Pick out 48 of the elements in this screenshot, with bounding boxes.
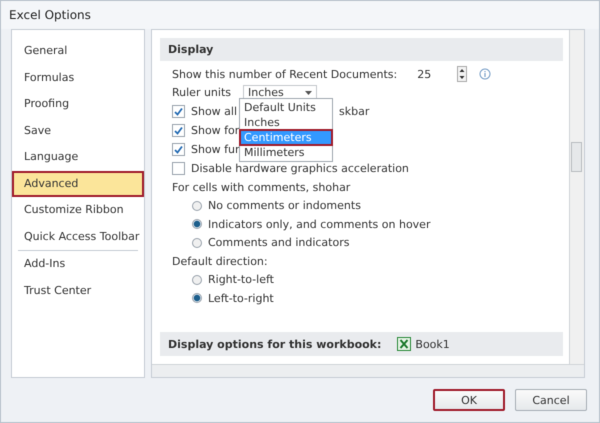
checkbox-label: Show for [191, 124, 240, 137]
spreadsheet-icon [397, 337, 412, 351]
checkbox[interactable] [172, 124, 185, 137]
sidebar-item[interactable]: Language [12, 144, 144, 170]
radio-button[interactable] [192, 219, 202, 230]
radio-label: No comments or indoments [208, 199, 361, 212]
sidebar-item[interactable]: Customize Ribbon [12, 197, 144, 224]
radio-label: Indicators only, and comments on hover [208, 218, 430, 231]
checkbox-label: Disable hardware graphics acceleration [191, 162, 409, 175]
radio-button[interactable] [192, 293, 202, 304]
sidebar-item[interactable]: Quick Access Toolbar [12, 224, 144, 250]
radio-label: Right-to-left [208, 273, 274, 286]
workbook-dropdown[interactable]: Book1 [397, 337, 450, 351]
radio-button[interactable] [192, 238, 202, 248]
vertical-scrollbar[interactable] [569, 30, 584, 364]
radio-label: Comments and indicators [208, 236, 350, 250]
recent-documents-label: Show this number of Recent Documents: [172, 68, 398, 81]
cancel-button[interactable]: Cancel [515, 389, 587, 411]
checkbox-label: skbar [339, 105, 370, 118]
recent-documents-value: 25 [417, 68, 432, 81]
window-title: Excel Options [9, 8, 91, 22]
dropdown-option[interactable]: Inches [240, 114, 332, 130]
checkbox[interactable] [172, 105, 185, 118]
ruler-units-label: Ruler units [172, 86, 232, 100]
radio-button[interactable] [192, 200, 202, 211]
caret-icon [305, 90, 312, 95]
radio-button[interactable] [192, 274, 202, 285]
ok-button[interactable]: OK [433, 389, 505, 411]
radio-label: Left-to-right [208, 292, 274, 305]
sidebar-item[interactable]: Add-Ins [12, 251, 144, 278]
checkbox[interactable] [172, 143, 185, 156]
group-label: Default direction: [172, 254, 268, 268]
spinner-icon[interactable] [457, 66, 468, 82]
horizontal-scrollbar[interactable] [152, 364, 584, 377]
sidebar-item[interactable]: Trust Center [12, 278, 144, 304]
dropdown-option[interactable]: Default Units [240, 100, 332, 114]
sidebar-item[interactable]: Formulas [12, 64, 144, 91]
sidebar-item[interactable]: Save [12, 118, 144, 144]
checkbox-label: Show all [191, 105, 238, 118]
group-label: For cells with comments, shohar [172, 180, 350, 194]
sidebar-item[interactable]: General [12, 38, 144, 64]
info-icon [479, 68, 492, 80]
dropdown-option[interactable]: Millimeters [240, 144, 332, 160]
checkbox[interactable] [172, 162, 185, 175]
sidebar-item[interactable]: Proofing [12, 91, 144, 118]
section-title: Display options for this workbook: [168, 338, 382, 350]
section-header: Display [160, 38, 563, 61]
sidebar-item[interactable]: Advanced [12, 170, 144, 197]
